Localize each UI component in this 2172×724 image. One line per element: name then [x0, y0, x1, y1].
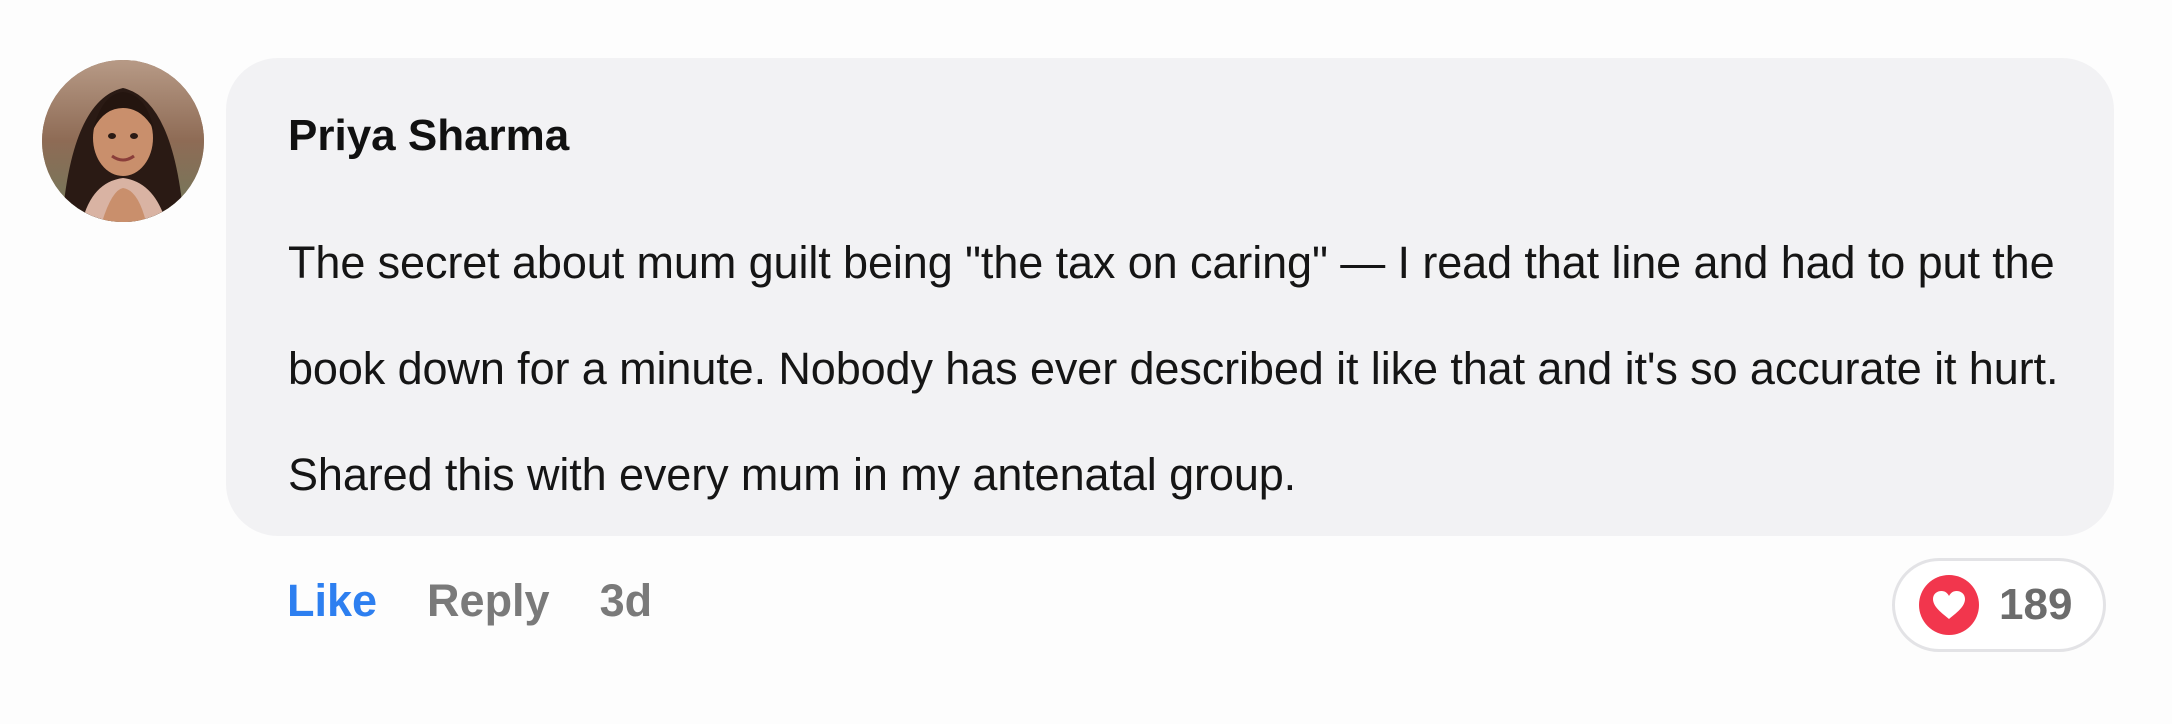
like-button[interactable]: Like [287, 578, 377, 623]
comment-timestamp[interactable]: 3d [600, 578, 653, 623]
heart-icon [1919, 575, 1979, 635]
comment-author[interactable]: Priya Sharma [288, 114, 569, 158]
avatar-photo [42, 60, 204, 222]
reaction-summary[interactable]: 189 [1892, 558, 2106, 652]
comment-bubble: Priya Sharma The secret about mum guilt … [226, 58, 2114, 536]
avatar[interactable] [42, 60, 204, 222]
reply-button[interactable]: Reply [427, 578, 550, 623]
comment-actions: Like Reply 3d [287, 578, 652, 623]
reaction-count: 189 [1999, 580, 2073, 629]
comment-text: The secret about mum guilt being "the ta… [288, 237, 2059, 500]
